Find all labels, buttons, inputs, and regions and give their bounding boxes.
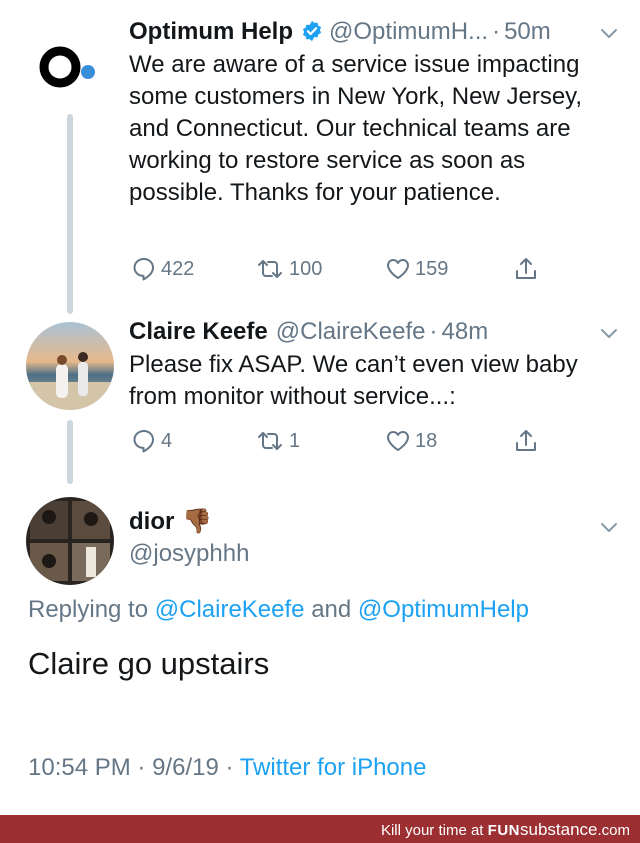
timestamp[interactable]: 48m [442, 316, 489, 348]
retweet-button[interactable]: 1 [255, 428, 300, 454]
like-button[interactable]: 159 [385, 256, 448, 282]
avatar[interactable] [26, 22, 114, 110]
like-count: 159 [415, 257, 449, 280]
tweet-time[interactable]: 10:54 PM [28, 754, 131, 781]
timestamp[interactable]: 50m [504, 16, 551, 48]
user-handle[interactable]: @OptimumH... [329, 16, 488, 48]
avatar[interactable] [26, 497, 114, 585]
heart-icon [387, 431, 409, 451]
reply-count: 4 [161, 429, 173, 452]
retweet-count: 100 [289, 257, 323, 280]
user-handle[interactable]: @ClaireKeefe [276, 316, 426, 348]
display-name[interactable]: Optimum Help [129, 16, 293, 48]
retweet-count: 1 [289, 429, 301, 452]
footer-text: Kill your time at [380, 822, 484, 839]
chevron-down-icon[interactable] [598, 322, 620, 344]
footer-brand: substance [519, 820, 598, 839]
mention-link[interactable]: @ClaireKeefe [155, 596, 305, 623]
separator: · [429, 318, 438, 345]
reply-button[interactable]: 4 [131, 428, 172, 454]
avatar-photo-icon [26, 322, 114, 410]
separator: · [225, 754, 234, 781]
avatar-collage-icon [30, 501, 110, 581]
share-icon [516, 430, 536, 451]
chevron-down-icon[interactable] [598, 22, 620, 44]
tweet-header: dior 👎🏾 [129, 506, 620, 538]
like-count: 18 [415, 429, 438, 452]
reply-button[interactable]: 422 [131, 256, 194, 282]
reply-icon [133, 258, 154, 281]
share-icon [516, 258, 536, 279]
tweet-text: Please fix ASAP. We can’t even view baby… [129, 351, 578, 410]
tweet-actions: 4 1 18 [129, 428, 549, 458]
share-button[interactable] [513, 428, 539, 454]
separator: · [492, 18, 501, 45]
reply-count: 422 [161, 257, 195, 280]
tweet-claire[interactable]: Claire Keefe @ClaireKeefe · 48m Please f… [0, 300, 640, 480]
separator: · [137, 754, 146, 781]
like-button[interactable]: 18 [385, 428, 437, 454]
tweet-date[interactable]: 9/6/19 [152, 754, 219, 781]
mention-link[interactable]: @OptimumHelp [358, 596, 529, 623]
chevron-down-icon[interactable] [598, 516, 620, 538]
footer-brand: FUN [487, 822, 520, 839]
footer-brand: .com [597, 822, 630, 839]
replying-and-label: and [311, 596, 352, 623]
replying-to-line: Replying to @ClaireKeefe and @OptimumHel… [28, 596, 529, 624]
thumbs-down-emoji: 👎🏾 [182, 508, 213, 535]
retweet-icon [258, 432, 282, 450]
replying-to-label: Replying to [28, 596, 149, 623]
tweet-text: We are aware of a service issue impactin… [129, 51, 583, 206]
display-name[interactable]: Claire Keefe [129, 316, 268, 348]
tweet-optimum[interactable]: Optimum Help @OptimumH... · 50m We are a… [0, 0, 640, 300]
tweet-actions: 422 100 159 [129, 256, 549, 286]
optimum-logo-icon [39, 46, 95, 88]
main-tweet-text: Claire go upstairs [28, 646, 270, 681]
watermark-footer: Kill your time at FUNsubstance.com [0, 815, 640, 843]
avatar[interactable] [26, 322, 114, 410]
user-handle[interactable]: @josyphhh [129, 538, 620, 570]
reply-icon [133, 430, 154, 453]
tweet-source-link[interactable]: Twitter for iPhone [240, 754, 427, 781]
tweet-header: Optimum Help @OptimumH... · 50m [129, 16, 620, 48]
tweet-meta: 10:54 PM · 9/6/19 · Twitter for iPhone [28, 754, 426, 782]
share-button[interactable] [513, 256, 539, 282]
tweet-header: Claire Keefe @ClaireKeefe · 48m [129, 316, 620, 348]
verified-badge-icon [302, 20, 322, 42]
retweet-icon [258, 260, 282, 278]
retweet-button[interactable]: 100 [255, 256, 322, 282]
heart-icon [387, 259, 409, 279]
display-name[interactable]: dior [129, 506, 174, 538]
